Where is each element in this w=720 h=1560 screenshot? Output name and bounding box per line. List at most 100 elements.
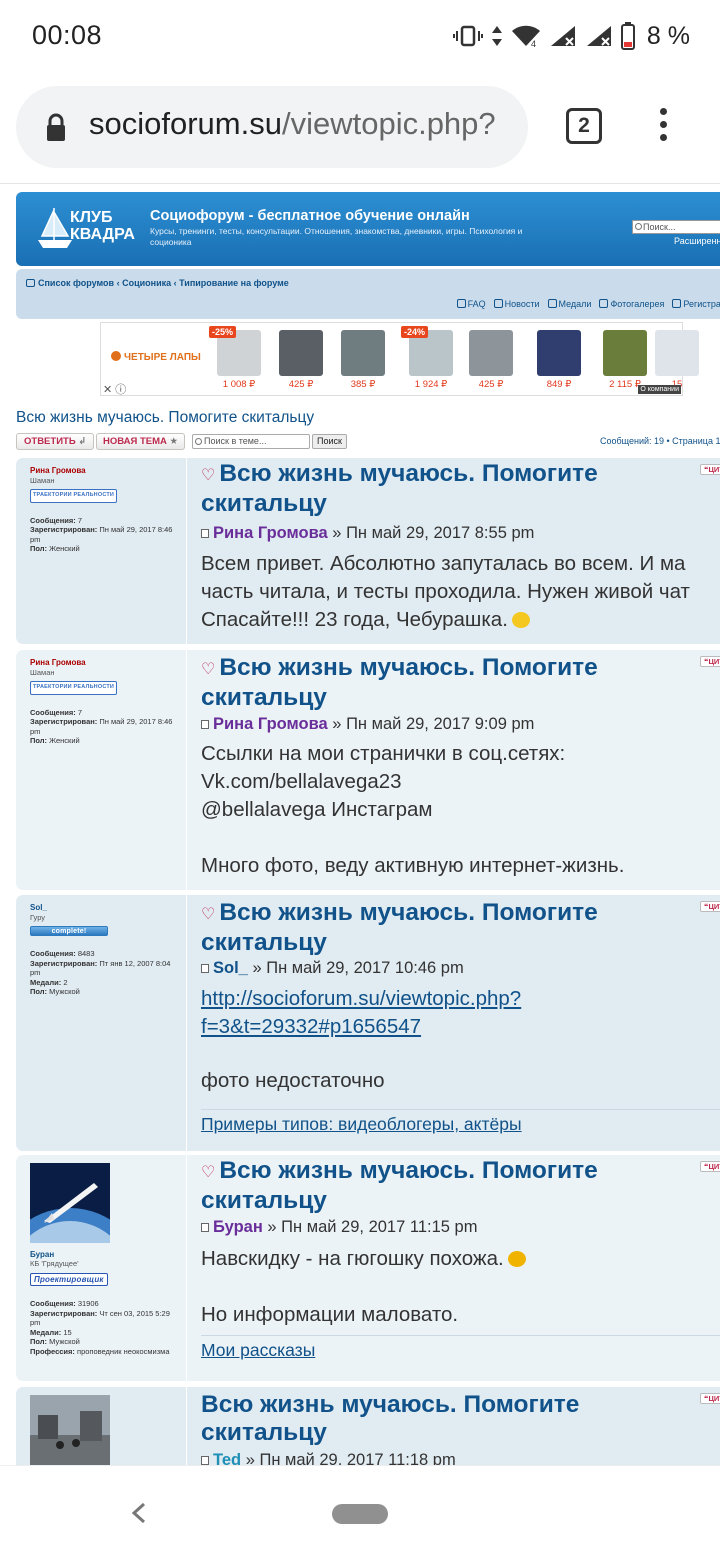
profile-rank: Шаман <box>30 667 55 677</box>
ad-product[interactable]: -25% 1 008 ₽ <box>209 326 269 390</box>
profile-username[interactable]: Sol_ <box>30 903 182 913</box>
quote-button[interactable]: ❝ЦИТАТА <box>700 464 720 475</box>
post-icon[interactable] <box>201 720 209 729</box>
profile-username[interactable]: Рина Громова <box>30 466 182 476</box>
site-header: КЛУБ КВАДРА Социофорум - бесплатное обуче… <box>16 192 720 266</box>
ad-product[interactable]: 15 <box>647 326 707 390</box>
ad-product[interactable]: 385 ₽ <box>333 326 393 390</box>
post: Буран КБ 'Грядущее' Проектировщик Сообще… <box>0 1155 720 1381</box>
post-icon[interactable] <box>201 529 209 538</box>
product-price: 849 ₽ <box>546 379 572 390</box>
gallery-link[interactable]: Фотогалерея <box>599 299 664 309</box>
crumb-typing[interactable]: Типирование на форуме <box>179 278 289 288</box>
ad-product[interactable]: -24% 1 924 ₽ <box>401 326 461 390</box>
site-search-input[interactable]: Поиск... <box>632 220 720 234</box>
quote-button[interactable]: ❝ЦИТАТА <box>700 901 720 912</box>
profile-stats: Сообщения: 31906 Зарегистрирован: Чт сен… <box>30 1299 170 1356</box>
post-author[interactable]: Рина Громова <box>213 715 328 733</box>
quote-button[interactable]: ❝ЦИТАТА <box>700 656 720 667</box>
post-date: » Пн май 29, 2017 9:09 pm <box>327 715 535 733</box>
post-author[interactable]: Буран <box>213 1218 263 1236</box>
topic-search-input[interactable]: Поиск в теме... <box>192 434 310 449</box>
post-author[interactable]: Ted <box>213 1451 241 1465</box>
post-body: ♡ Всю жизнь мучаюсь. Помогите скитальцу So… <box>186 895 720 1151</box>
heart-icon[interactable]: ♡ <box>201 462 215 490</box>
faq-link[interactable]: FAQ <box>456 299 486 309</box>
signature-link[interactable]: Мои рассказы <box>201 1340 315 1360</box>
post-author[interactable]: Sol_ <box>213 959 248 977</box>
smiley-icon <box>511 612 530 628</box>
ad-company-link[interactable]: О компании <box>638 385 681 394</box>
medals-link[interactable]: Медали <box>547 299 591 309</box>
heart-icon[interactable]: ♡ <box>201 1159 215 1187</box>
site-title[interactable]: Социофорум - бесплатное обучение онлайн <box>150 208 470 224</box>
post-title[interactable]: ♡ Всю жизнь мучаюсь. Помогите скитальцу <box>201 654 720 712</box>
ad-close-icon[interactable]: ✕ ⓘ <box>103 381 126 397</box>
profile-username[interactable]: Рина Громова <box>30 658 182 668</box>
post-date: » Пн май 29, 2017 11:15 pm <box>262 1218 478 1236</box>
register-icon <box>672 299 682 308</box>
product-image <box>341 330 385 376</box>
logo-text[interactable]: КЛУБ КВАДРА <box>70 209 135 243</box>
reply-button[interactable]: ОТВЕТИТЬ ↲ <box>16 433 95 450</box>
signature-link[interactable]: Примеры типов: видеоблогеры, актёры <box>201 1114 522 1134</box>
page-info[interactable]: Сообщений: 19 • Страница 1 и <box>600 436 720 446</box>
post: Рина Громова Шаман ТРАЕКТОРИИ РЕАЛЬНОСТИ… <box>16 650 720 890</box>
heart-icon[interactable]: ♡ <box>201 901 215 929</box>
ad-product[interactable]: 425 ₽ <box>461 326 521 390</box>
crumb-forums[interactable]: Список форумов <box>38 278 114 288</box>
post-icon[interactable] <box>201 1456 209 1465</box>
url-text[interactable]: socioforum.su/viewtopic.php? <box>89 106 521 142</box>
post-author[interactable]: Рина Громова <box>213 524 328 542</box>
rank-badge: ТРАЕКТОРИИ РЕАЛЬНОСТИ <box>30 681 118 695</box>
browser-menu-button[interactable] <box>656 108 670 148</box>
product-price: 1 008 ₽ <box>222 379 256 390</box>
post-link[interactable]: http://socioforum.su/viewtopic.php? <box>201 987 521 1010</box>
news-icon <box>493 299 503 308</box>
heart-icon[interactable]: ♡ <box>201 656 215 684</box>
quote-button[interactable]: ❝ЦИТАТА <box>700 1161 720 1172</box>
new-topic-button[interactable]: НОВАЯ ТЕМА ★ <box>96 433 186 450</box>
breadcrumb: Список форумов ‹ Соционика ‹ Типирование… <box>26 278 289 288</box>
post-date: » Пн май 29, 2017 11:18 pm <box>241 1451 456 1465</box>
home-gesture-pill[interactable] <box>332 1504 388 1524</box>
back-icon[interactable] <box>130 1502 148 1524</box>
avatar[interactable] <box>0 1163 145 1358</box>
news-link[interactable]: Новости <box>493 299 540 309</box>
advanced-search-link[interactable]: Расширенн <box>674 236 720 246</box>
post-signature: Примеры типов: видеоблогеры, актёры <box>201 1109 720 1135</box>
medal-icon <box>547 299 557 308</box>
crumb-socionics[interactable]: Соционика <box>122 278 171 288</box>
profile-username[interactable]: Буран <box>30 1250 182 1260</box>
discount-badge: -24% <box>401 326 429 338</box>
post-title[interactable]: ♡ Всю жизнь мучаюсь. Помогите скитальцу <box>201 899 720 957</box>
ad-product[interactable]: 849 ₽ <box>529 326 589 390</box>
post-icon[interactable] <box>201 1223 209 1232</box>
post-icon[interactable] <box>201 964 209 973</box>
product-price: 1 924 ₽ <box>414 379 448 390</box>
tab-switcher-button[interactable]: 2 <box>566 108 602 144</box>
avatar[interactable] <box>30 1395 110 1465</box>
post-signature: Мои рассказы <box>201 1335 720 1361</box>
address-bar[interactable]: socioforum.su/viewtopic.php? <box>16 86 528 168</box>
post-title[interactable]: ♡ Всю жизнь мучаюсь. Помогите скитальцу <box>201 1157 720 1215</box>
profile-stats: Сообщения: 8483 Зарегистрирован: Пт янв … <box>30 949 171 996</box>
register-link[interactable]: Регистрация <box>672 299 720 309</box>
discount-badge: -25% <box>209 326 237 338</box>
ad-brand[interactable]: ЧЕТЫРЕ ЛАПЫ <box>111 351 201 363</box>
browser-toolbar: socioforum.su/viewtopic.php? 2 <box>0 72 720 184</box>
battery-icon <box>620 22 635 50</box>
svg-text:4: 4 <box>531 39 536 48</box>
topic-title[interactable]: Всю жизнь мучаюсь. Помогите скитальцу <box>16 409 314 427</box>
ad-banner[interactable]: ЧЕТЫРЕ ЛАПЫ ✕ ⓘ -25% 1 008 ₽ 425 ₽ 385 ₽ -24… <box>100 322 699 397</box>
post-body: ♡ Всю жизнь мучаюсь. Помогите скитальцу Ри… <box>186 650 720 890</box>
quote-button[interactable]: ❝ЦИТАТА <box>700 1393 720 1404</box>
ad-product[interactable]: 2 115 ₽ <box>595 326 655 390</box>
post-title[interactable]: ♡ Всю жизнь мучаюсь. Помогите скитальцу <box>201 460 720 518</box>
topic-search-button[interactable]: Поиск <box>312 434 347 449</box>
ad-product[interactable]: 425 ₽ <box>271 326 331 390</box>
post-title[interactable]: Всю жизнь мучаюсь. Помогите скитальцу <box>201 1391 720 1447</box>
system-nav-bar <box>0 1465 720 1560</box>
product-image <box>279 330 323 376</box>
post-link-cont[interactable]: f=3&t=29332#p1656547 <box>201 1015 421 1038</box>
